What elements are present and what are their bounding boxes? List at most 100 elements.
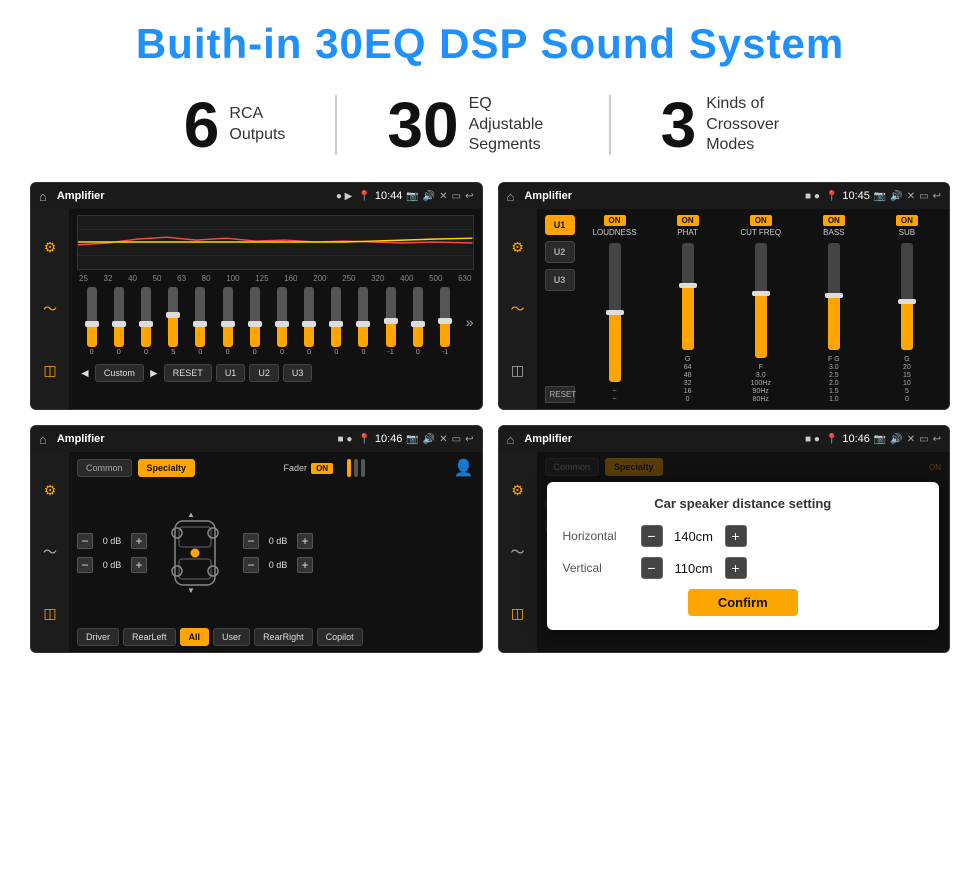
eq-icon-2[interactable]: 〜 xyxy=(43,299,57,319)
eq-slider-1[interactable]: 0 xyxy=(79,287,104,356)
close-icon-3[interactable]: ✕ xyxy=(439,434,447,445)
back-icon-3[interactable]: ↩ xyxy=(465,434,473,445)
cutfreq-slider[interactable] xyxy=(755,243,767,358)
dist-icon-3[interactable]: ◫ xyxy=(511,605,524,622)
channel-loudness-on[interactable]: ON xyxy=(604,215,626,226)
eq-slider-10[interactable]: 0 xyxy=(324,287,349,356)
fader-db3-value: 0 dB xyxy=(263,536,293,546)
eq-slider-5[interactable]: 0 xyxy=(188,287,213,356)
cross-icon-2[interactable]: 〜 xyxy=(511,299,525,319)
distance-sidebar: ⚙ 〜 ◫ xyxy=(499,452,537,652)
dialog-vertical-stepper: − 110cm + xyxy=(641,557,747,579)
fader-rearleft-button[interactable]: RearLeft xyxy=(123,628,176,646)
back-icon-2[interactable]: ↩ xyxy=(933,191,941,202)
eq-sidebar: ⚙ 〜 ◫ xyxy=(31,209,69,409)
fader-rearright-button[interactable]: RearRight xyxy=(254,628,313,646)
eq-slider-11[interactable]: 0 xyxy=(351,287,376,356)
crossover-main: U1 U2 U3 RESET ON LOUDNESS ~ xyxy=(537,209,950,409)
cross-icon-1[interactable]: ⚙ xyxy=(511,239,524,256)
fader-db4-plus[interactable]: + xyxy=(297,557,313,573)
eq-prev-button[interactable]: ◄ xyxy=(79,366,91,380)
eq-icon-1[interactable]: ⚙ xyxy=(44,239,57,256)
close-icon-2[interactable]: ✕ xyxy=(907,191,915,202)
eq-next-button[interactable]: ► xyxy=(148,366,160,380)
eq-main: 25 32 40 50 63 80 100 125 160 200 250 32… xyxy=(69,209,482,409)
home-icon-3[interactable]: ⌂ xyxy=(39,432,47,447)
eq-expand-icon[interactable]: » xyxy=(466,314,474,330)
dist-tab-specialty[interactable]: Specialty xyxy=(605,458,663,476)
home-icon[interactable]: ⌂ xyxy=(39,189,47,204)
dialog-vertical-value: 110cm xyxy=(669,561,719,576)
fader-tab-common[interactable]: Common xyxy=(77,459,132,477)
fader-icon-3[interactable]: ◫ xyxy=(43,605,56,622)
cross-icon-3[interactable]: ◫ xyxy=(511,362,524,379)
home-icon-2[interactable]: ⌂ xyxy=(507,189,515,204)
fader-all-button[interactable]: All xyxy=(180,628,210,646)
fader-db4-minus[interactable]: − xyxy=(243,557,259,573)
eq-u1-button[interactable]: U1 xyxy=(216,364,246,382)
fader-db3-minus[interactable]: − xyxy=(243,533,259,549)
dist-icon-2[interactable]: 〜 xyxy=(511,542,525,562)
channel-phat-on[interactable]: ON xyxy=(677,215,699,226)
close-icon-4[interactable]: ✕ xyxy=(907,434,915,445)
close-icon[interactable]: ✕ xyxy=(439,191,447,202)
dialog-horizontal-minus[interactable]: − xyxy=(641,525,663,547)
fader-db-group-4: − 0 dB + xyxy=(243,557,313,573)
fader-main: Common Specialty Fader ON 👤 xyxy=(69,452,482,652)
minimize-icon-2[interactable]: ▭ xyxy=(919,191,928,202)
preset-u2-button[interactable]: U2 xyxy=(545,241,575,263)
eq-slider-4[interactable]: 5 xyxy=(161,287,186,356)
dialog-horizontal-plus[interactable]: + xyxy=(725,525,747,547)
screen-distance: ⌂ Amplifier ■ ● 📍 10:46 📷 🔊 ✕ ▭ ↩ ⚙ 〜 ◫ xyxy=(498,425,951,653)
fader-db-group-1: − 0 dB + xyxy=(77,533,147,549)
eq-slider-9[interactable]: 0 xyxy=(297,287,322,356)
preset-u3-button[interactable]: U3 xyxy=(545,269,575,291)
fader-db3-plus[interactable]: + xyxy=(297,533,313,549)
eq-slider-3[interactable]: 0 xyxy=(133,287,158,356)
fader-db1-plus[interactable]: + xyxy=(131,533,147,549)
eq-u3-button[interactable]: U3 xyxy=(283,364,313,382)
fader-icon-1[interactable]: ⚙ xyxy=(44,482,57,499)
fader-on-badge[interactable]: ON xyxy=(311,463,333,474)
dialog-confirm-button[interactable]: Confirm xyxy=(688,589,798,616)
minimize-icon-3[interactable]: ▭ xyxy=(452,434,461,445)
channel-cutfreq-on[interactable]: ON xyxy=(750,215,772,226)
crossover-reset-button[interactable]: RESET xyxy=(545,386,575,403)
channel-bass-on[interactable]: ON xyxy=(823,215,845,226)
fader-tab-specialty[interactable]: Specialty xyxy=(138,459,196,477)
dialog-vertical-plus[interactable]: + xyxy=(725,557,747,579)
dist-tab-common[interactable]: Common xyxy=(545,458,600,476)
fader-icon-2[interactable]: 〜 xyxy=(43,542,57,562)
sub-slider[interactable] xyxy=(901,243,913,350)
eq-slider-6[interactable]: 0 xyxy=(215,287,240,356)
eq-slider-8[interactable]: 0 xyxy=(269,287,294,356)
dist-icon-1[interactable]: ⚙ xyxy=(511,482,524,499)
channel-sub-on[interactable]: ON xyxy=(896,215,918,226)
home-icon-4[interactable]: ⌂ xyxy=(507,432,515,447)
screens-grid: ⌂ Amplifier ● ▶ 📍 10:44 📷 🔊 ✕ ▭ ↩ ⚙ 〜 ◫ xyxy=(30,182,950,653)
eq-slider-2[interactable]: 0 xyxy=(106,287,131,356)
minimize-icon[interactable]: ▭ xyxy=(452,191,461,202)
eq-slider-7[interactable]: 0 xyxy=(242,287,267,356)
eq-slider-12[interactable]: -1 xyxy=(378,287,403,356)
fader-db2-plus[interactable]: + xyxy=(131,557,147,573)
dialog-vertical-minus[interactable]: − xyxy=(641,557,663,579)
fader-db1-minus[interactable]: − xyxy=(77,533,93,549)
eq-u2-button[interactable]: U2 xyxy=(249,364,279,382)
eq-slider-14[interactable]: -1 xyxy=(432,287,457,356)
eq-reset-button[interactable]: RESET xyxy=(164,364,212,382)
back-icon-4[interactable]: ↩ xyxy=(933,434,941,445)
fader-driver-button[interactable]: Driver xyxy=(77,628,119,646)
loudness-slider[interactable] xyxy=(609,243,621,382)
bass-slider[interactable] xyxy=(828,243,840,350)
fader-user-icon[interactable]: 👤 xyxy=(454,458,474,478)
fader-copilot-button[interactable]: Copilot xyxy=(317,628,363,646)
eq-slider-13[interactable]: 0 xyxy=(405,287,430,356)
preset-u1-button[interactable]: U1 xyxy=(545,215,575,235)
fader-user-button[interactable]: User xyxy=(213,628,250,646)
fader-db2-minus[interactable]: − xyxy=(77,557,93,573)
eq-icon-3[interactable]: ◫ xyxy=(43,362,56,379)
minimize-icon-4[interactable]: ▭ xyxy=(919,434,928,445)
back-icon[interactable]: ↩ xyxy=(465,191,473,202)
phat-slider[interactable] xyxy=(682,243,694,350)
